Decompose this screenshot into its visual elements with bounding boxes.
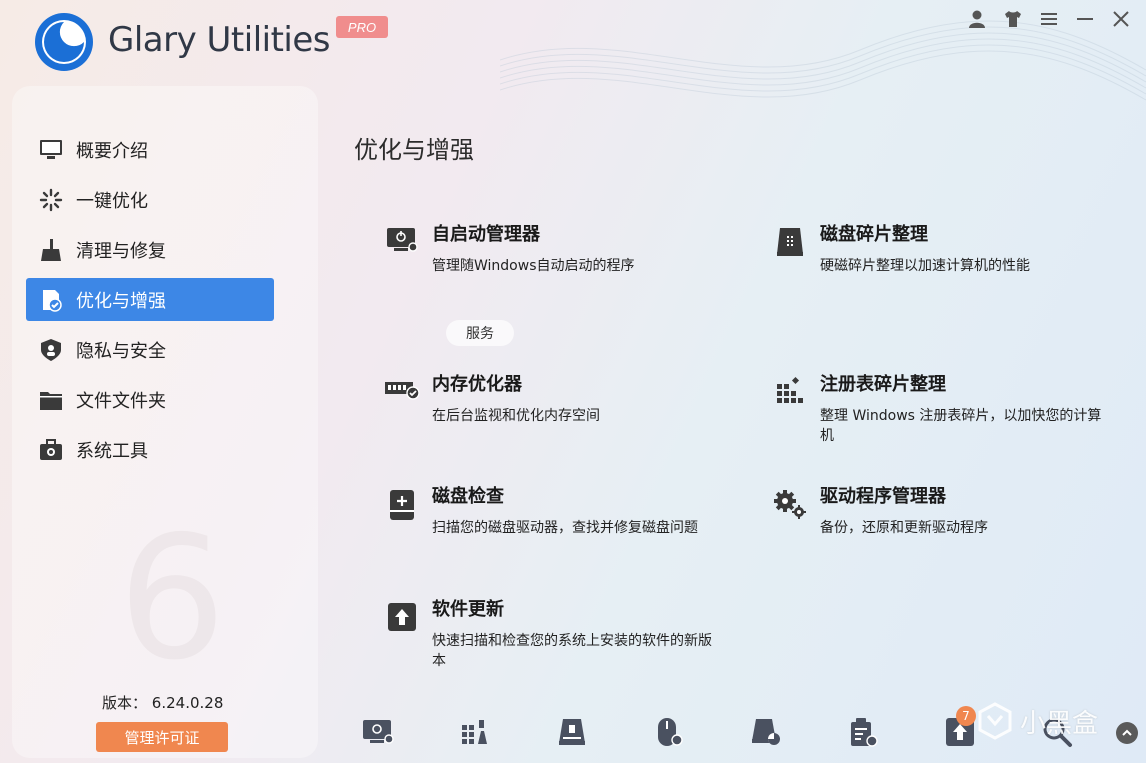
collapse-button[interactable] — [1116, 722, 1138, 744]
startup-manager-icon[interactable] — [360, 714, 396, 750]
sidebar-item-optimize-enhance[interactable]: 优化与增强 — [26, 278, 274, 321]
app-title: Glary Utilities — [108, 20, 331, 60]
sparkle-icon — [38, 187, 64, 213]
tool-desc: 管理随Windows自动启动的程序 — [432, 258, 635, 274]
sidebar-item-label: 系统工具 — [76, 440, 148, 462]
memory-optimizer-icon — [384, 376, 420, 412]
tool-disk-defrag[interactable]: 磁盘碎片整理 硬磁碎片整理以加速计算机的性能 — [772, 220, 1112, 276]
sidebar-item-privacy-security[interactable]: 隐私与安全 — [26, 328, 274, 371]
monitor-icon — [38, 137, 64, 163]
version-watermark: 6 — [118, 500, 227, 698]
tool-desc: 快速扫描和检查您的系统上安装的软件的新版本 — [432, 633, 712, 669]
sidebar-item-label: 清理与修复 — [76, 240, 166, 262]
sidebar-item-overview[interactable]: 概要介绍 — [26, 128, 274, 171]
driver-manager-icon — [772, 488, 808, 524]
tool-desc: 硬磁碎片整理以加速计算机的性能 — [820, 258, 1030, 274]
registry-icon[interactable] — [457, 714, 493, 750]
window-controls — [966, 8, 1132, 30]
disk-analysis-icon[interactable] — [748, 714, 784, 750]
tool-name: 磁盘检查 — [432, 486, 504, 507]
page-title: 优化与增强 — [354, 136, 474, 164]
sidebar-item-system-tools[interactable]: 系统工具 — [26, 428, 274, 471]
services-button[interactable]: 服务 — [446, 320, 514, 346]
tool-driver-manager[interactable]: 驱动程序管理器 备份，还原和更新驱动程序 — [772, 482, 1112, 538]
manage-license-button[interactable]: 管理许可证 — [96, 722, 228, 752]
title-bar: Glary Utilities PRO — [0, 0, 1146, 80]
sidebar-item-label: 文件文件夹 — [76, 390, 166, 412]
sidebar-item-label: 概要介绍 — [76, 140, 148, 162]
registry-defrag-icon — [772, 376, 808, 412]
broom-icon — [38, 237, 64, 263]
startup-manager-icon — [384, 226, 420, 262]
mouse-icon[interactable] — [651, 714, 687, 750]
sidebar-item-files-folders[interactable]: 文件文件夹 — [26, 378, 274, 421]
close-icon[interactable] — [1110, 8, 1132, 30]
app-logo-icon — [35, 13, 93, 71]
tool-name: 驱动程序管理器 — [820, 486, 946, 507]
heybox-logo-icon — [978, 702, 1012, 740]
skin-icon[interactable] — [1002, 8, 1024, 30]
tool-desc: 备份，还原和更新驱动程序 — [820, 520, 988, 536]
tool-name: 内存优化器 — [432, 374, 522, 395]
disk-check-icon — [384, 488, 420, 524]
tool-desc: 整理 Windows 注册表碎片，以加快您的计算机 — [820, 408, 1102, 444]
tool-desc: 在后台监视和优化内存空间 — [432, 408, 600, 424]
sidebar-item-label: 隐私与安全 — [76, 340, 166, 362]
tool-name: 软件更新 — [432, 599, 504, 620]
tool-software-update[interactable]: 软件更新 快速扫描和检查您的系统上安装的软件的新版本 — [384, 595, 724, 671]
pro-badge: PRO — [336, 16, 388, 38]
minimize-icon[interactable] — [1074, 8, 1096, 30]
software-update-icon — [384, 601, 420, 637]
version-label: 版本： — [102, 694, 148, 712]
tool-registry-defrag[interactable]: 注册表碎片整理 整理 Windows 注册表碎片，以加快您的计算机 — [772, 370, 1112, 446]
tool-memory-optimizer[interactable]: 内存优化器 在后台监视和优化内存空间 — [384, 370, 724, 426]
sidebar-nav: 概要介绍 一键优化 清理与修复 优化与增强 隐私与安全 文件文件夹 系统工具 — [26, 128, 274, 478]
chevron-up-icon — [1122, 729, 1132, 736]
tool-desc: 扫描您的磁盘驱动器，查找并修复磁盘问题 — [432, 520, 698, 536]
version-info: 版本： 6.24.0.28 — [102, 692, 223, 713]
sidebar-item-label: 优化与增强 — [76, 290, 166, 312]
user-icon[interactable] — [966, 8, 988, 30]
tool-name: 注册表碎片整理 — [820, 374, 946, 395]
tool-startup-manager[interactable]: 自启动管理器 管理随Windows自动启动的程序 — [384, 220, 724, 276]
sidebar-item-1-click[interactable]: 一键优化 — [26, 178, 274, 221]
disk-defrag-icon — [772, 226, 808, 262]
disk-cleaner-icon[interactable] — [554, 714, 590, 750]
process-icon[interactable] — [845, 714, 881, 750]
shield-icon — [38, 337, 64, 363]
menu-icon[interactable] — [1038, 8, 1060, 30]
sidebar-item-label: 一键优化 — [76, 190, 148, 212]
update-count-badge: 7 — [956, 706, 976, 726]
watermark-brand: 小黑盒 — [976, 702, 1098, 740]
watermark-text: 小黑盒 — [1020, 708, 1099, 739]
optimize-icon — [38, 287, 64, 313]
folder-icon — [38, 387, 64, 413]
sidebar-item-clean-repair[interactable]: 清理与修复 — [26, 228, 274, 271]
tool-disk-check[interactable]: 磁盘检查 扫描您的磁盘驱动器，查找并修复磁盘问题 — [384, 482, 724, 538]
toolbox-icon — [38, 437, 64, 463]
version-value: 6.24.0.28 — [151, 694, 224, 712]
tool-name: 自启动管理器 — [432, 224, 540, 245]
tool-name: 磁盘碎片整理 — [820, 224, 928, 245]
